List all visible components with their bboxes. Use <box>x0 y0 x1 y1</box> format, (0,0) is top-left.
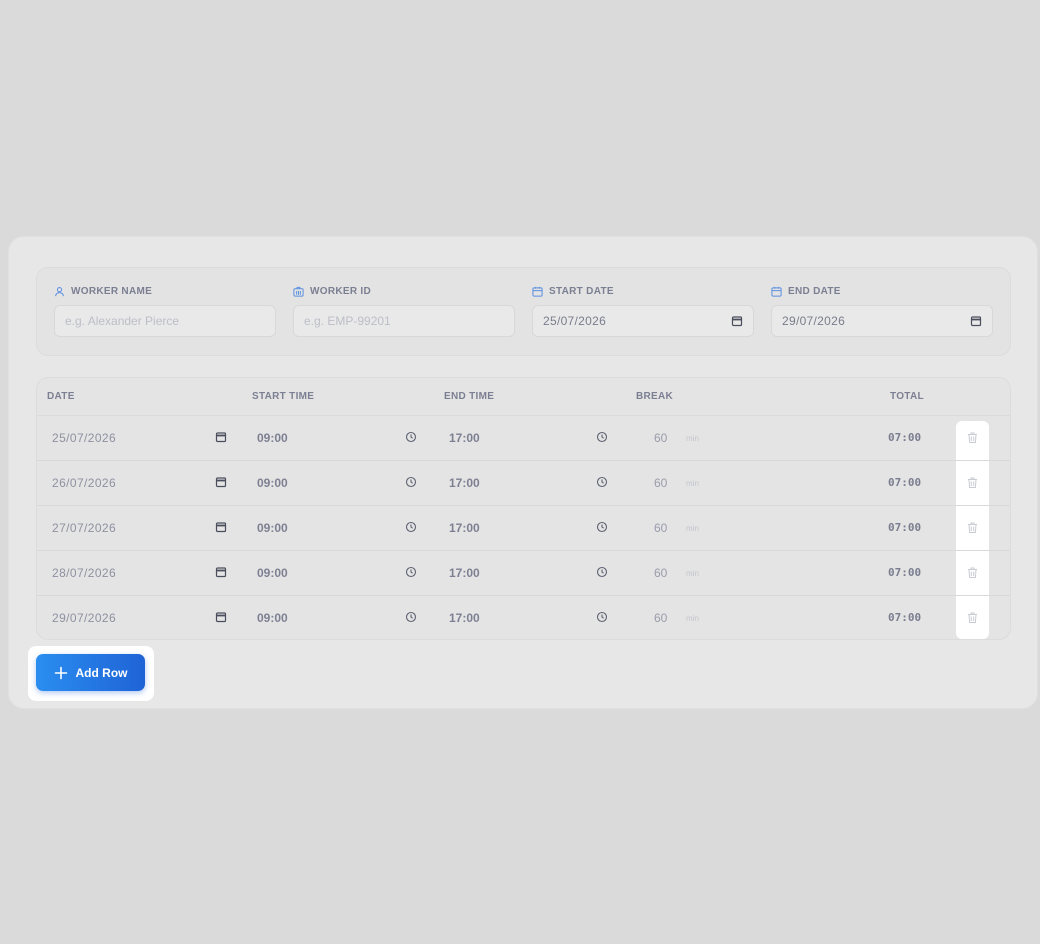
calendar-icon <box>771 286 782 297</box>
calendar-icon[interactable] <box>215 566 227 578</box>
clock-icon[interactable] <box>596 611 608 623</box>
row-total: 07:00 <box>888 521 922 534</box>
add-row-button[interactable]: Add Row <box>36 654 145 691</box>
add-row-label: Add Row <box>75 665 128 680</box>
calendar-icon[interactable] <box>731 315 743 327</box>
calendar-icon[interactable] <box>215 431 227 443</box>
row-break-input[interactable]: 60 <box>654 611 667 625</box>
row-date-input[interactable]: 28/07/2026 <box>52 566 116 580</box>
start-date-value: 25/07/2026 <box>543 314 607 328</box>
calendar-icon[interactable] <box>215 521 227 533</box>
start-date-label-text: START DATE <box>549 286 614 297</box>
trash-icon[interactable] <box>966 431 979 444</box>
row-break-unit: min <box>686 434 699 443</box>
worker-id-label-text: WORKER ID <box>310 286 372 297</box>
row-break-unit: min <box>686 614 699 623</box>
calendar-icon <box>532 286 543 297</box>
clock-icon[interactable] <box>596 566 608 578</box>
id-badge-icon <box>293 286 304 297</box>
row-date-input[interactable]: 27/07/2026 <box>52 521 116 535</box>
end-date-value: 29/07/2026 <box>782 314 846 328</box>
col-total: TOTAL <box>890 391 924 402</box>
row-date-input[interactable]: 25/07/2026 <box>52 431 116 445</box>
table-row: 25/07/2026 09:00 17:00 60 min 07:00 <box>37 416 1010 461</box>
row-start-time-input[interactable]: 09:00 <box>257 611 288 625</box>
clock-icon[interactable] <box>405 431 417 443</box>
col-end-time: END TIME <box>444 391 495 402</box>
plus-icon <box>54 666 67 679</box>
table-row: 28/07/2026 09:00 17:00 60 min 07:00 <box>37 551 1010 596</box>
clock-icon[interactable] <box>405 611 417 623</box>
row-total: 07:00 <box>888 566 922 579</box>
table-row: 26/07/2026 09:00 17:00 60 min 07:00 <box>37 461 1010 506</box>
end-date-label-text: END DATE <box>788 286 841 297</box>
row-end-time-input[interactable]: 17:00 <box>449 611 480 625</box>
row-end-time-input[interactable]: 17:00 <box>449 566 480 580</box>
clock-icon[interactable] <box>596 476 608 488</box>
row-break-unit: min <box>686 569 699 578</box>
start-date-input[interactable]: 25/07/2026 <box>532 305 754 337</box>
worker-name-label: WORKER NAME <box>54 286 152 297</box>
clock-icon[interactable] <box>596 521 608 533</box>
row-break-input[interactable]: 60 <box>654 476 667 490</box>
clock-icon[interactable] <box>405 566 417 578</box>
clock-icon[interactable] <box>596 431 608 443</box>
calendar-icon[interactable] <box>215 611 227 623</box>
worker-id-placeholder: e.g. EMP-99201 <box>304 314 391 328</box>
row-total: 07:00 <box>888 476 922 489</box>
table-row: 27/07/2026 09:00 17:00 60 min 07:00 <box>37 506 1010 551</box>
timesheet-card: WORKER NAME e.g. Alexander Pierce WORKER… <box>8 236 1038 709</box>
row-break-unit: min <box>686 479 699 488</box>
trash-icon[interactable] <box>966 521 979 534</box>
worker-id-label: WORKER ID <box>293 286 371 297</box>
end-date-label: END DATE <box>771 286 841 297</box>
clock-icon[interactable] <box>405 521 417 533</box>
calendar-icon[interactable] <box>215 476 227 488</box>
row-end-time-input[interactable]: 17:00 <box>449 431 480 445</box>
col-date: DATE <box>47 391 75 402</box>
row-total: 07:00 <box>888 611 922 624</box>
worker-name-input[interactable]: e.g. Alexander Pierce <box>54 305 276 337</box>
row-date-input[interactable]: 29/07/2026 <box>52 611 116 625</box>
row-start-time-input[interactable]: 09:00 <box>257 521 288 535</box>
clock-icon[interactable] <box>405 476 417 488</box>
start-date-label: START DATE <box>532 286 614 297</box>
row-total: 07:00 <box>888 431 922 444</box>
row-date-input[interactable]: 26/07/2026 <box>52 476 116 490</box>
col-break: BREAK <box>636 391 674 402</box>
worker-name-label-text: WORKER NAME <box>71 286 153 297</box>
add-row-wrapper: Add Row <box>28 646 154 701</box>
col-start-time: START TIME <box>252 391 315 402</box>
row-start-time-input[interactable]: 09:00 <box>257 476 288 490</box>
worker-name-placeholder: e.g. Alexander Pierce <box>65 314 180 328</box>
trash-icon[interactable] <box>966 611 979 624</box>
table-row: 29/07/2026 09:00 17:00 60 min 07:00 <box>37 596 1010 639</box>
calendar-icon[interactable] <box>970 315 982 327</box>
row-break-input[interactable]: 60 <box>654 431 667 445</box>
worker-id-input[interactable]: e.g. EMP-99201 <box>293 305 515 337</box>
row-end-time-input[interactable]: 17:00 <box>449 476 480 490</box>
table-header: DATE START TIME END TIME BREAK TOTAL <box>37 378 1010 416</box>
timesheet-table: DATE START TIME END TIME BREAK TOTAL 25/… <box>36 377 1011 640</box>
user-icon <box>55 287 64 297</box>
trash-icon[interactable] <box>966 566 979 579</box>
row-end-time-input[interactable]: 17:00 <box>449 521 480 535</box>
row-break-unit: min <box>686 524 699 533</box>
row-break-input[interactable]: 60 <box>654 521 667 535</box>
row-break-input[interactable]: 60 <box>654 566 667 580</box>
end-date-input[interactable]: 29/07/2026 <box>771 305 993 337</box>
row-start-time-input[interactable]: 09:00 <box>257 566 288 580</box>
trash-icon[interactable] <box>966 476 979 489</box>
worker-details-panel: WORKER NAME e.g. Alexander Pierce WORKER… <box>36 267 1011 356</box>
row-start-time-input[interactable]: 09:00 <box>257 431 288 445</box>
